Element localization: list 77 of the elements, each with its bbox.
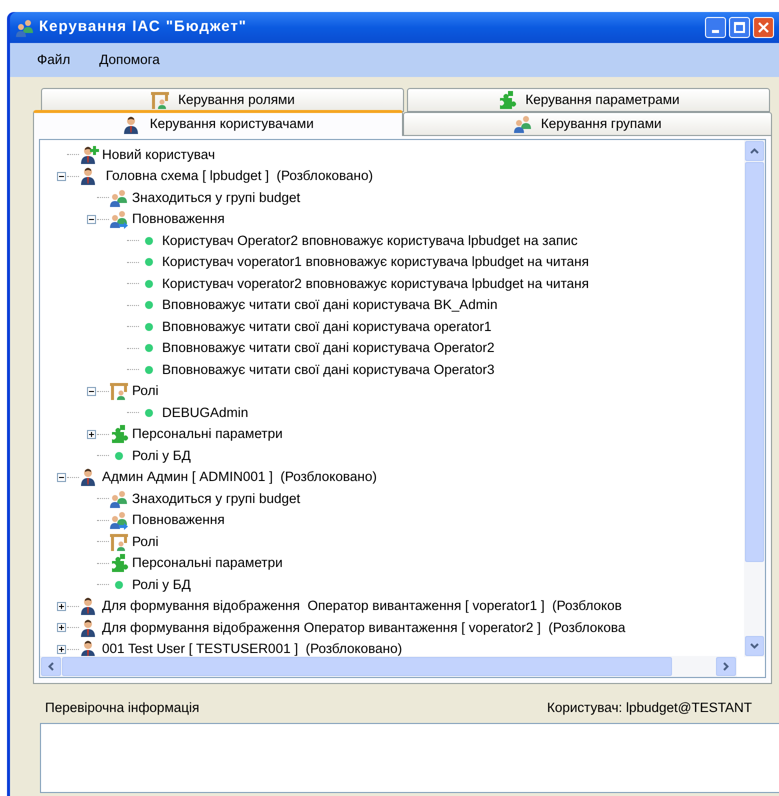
tree-item[interactable]: Персональні параметри [132, 553, 283, 574]
scroll-thumb[interactable] [745, 162, 764, 562]
tree-item[interactable]: Користувач voperator2 вповноважує користувача lpbudget на читаня [162, 274, 589, 294]
tab[interactable]: Керування параметрами [407, 88, 770, 112]
close-button[interactable] [753, 17, 774, 38]
tree-item[interactable]: Вповноважує читати свої дані користувача BK_Admin [162, 295, 498, 316]
tree-item[interactable]: Вповноважує читати свої дані користувача Operator2 [162, 338, 494, 358]
tree-item[interactable]: Вповноважує читати свої дані користувача Operator3 [162, 360, 494, 380]
tree-item[interactable]: Користувач voperator1 вповноважує користувача lpbudget на читаня [162, 252, 589, 272]
window-title: Керування ІАС "Бюджет" [39, 17, 247, 38]
tree-item[interactable]: Новий користувач [102, 144, 215, 165]
info-label: Перевірочна інформація [45, 699, 200, 717]
bullet-icon [144, 322, 154, 332]
expand-toggle[interactable] [87, 430, 96, 439]
bullet-icon [144, 236, 154, 246]
vertical-scrollbar[interactable] [744, 140, 765, 657]
scroll-up-button[interactable] [745, 141, 764, 161]
expand-toggle[interactable] [57, 644, 66, 654]
bullet-icon [144, 408, 154, 418]
tree-item[interactable]: Знаходиться у групі budget [132, 488, 300, 509]
info-box[interactable] [40, 723, 779, 794]
tree-item[interactable]: Користувач Operator2 вповноважує користувача lpbudget на запис [162, 230, 578, 251]
tab[interactable]: Керування користувачами [33, 110, 402, 136]
tree-item[interactable]: Ролі [132, 381, 158, 402]
tree-item[interactable]: DEBUGAdmin [162, 402, 248, 423]
puzzle-icon [497, 90, 518, 110]
puzzle-icon [109, 424, 129, 444]
bullet-icon [114, 450, 124, 461]
menu-item[interactable]: Файл [37, 50, 70, 70]
collapse-toggle[interactable] [57, 172, 66, 181]
expand-toggle[interactable] [57, 602, 66, 611]
tree-item[interactable]: Ролі [132, 532, 158, 552]
horizontal-scrollbar[interactable] [40, 656, 737, 677]
bullet-icon [144, 300, 154, 310]
menu-item[interactable]: Допомога [99, 50, 160, 70]
user-label: Користувач: lpbudget@TESTANT [546, 699, 752, 717]
collapse-toggle[interactable] [57, 472, 66, 482]
tree-item[interactable]: Для формування відображення Оператор вивантаження [ voperator1 ] (Розблоков [102, 596, 622, 616]
scroll-thumb[interactable] [62, 657, 672, 676]
user-plus-icon [79, 144, 99, 165]
group-arrow-icon [109, 209, 129, 230]
tree-item[interactable]: Админ Админ [ ADMIN001 ] (Розблоковано) [102, 467, 377, 488]
collapse-toggle[interactable] [87, 386, 96, 396]
frame-icon [109, 381, 129, 402]
collapse-toggle[interactable] [87, 214, 96, 224]
tree-item[interactable]: Вповноважує читати свої дані користувача operator1 [162, 316, 492, 337]
tree-item[interactable]: Головна схема [ lpbudget ] (Розблоковано) [102, 166, 374, 186]
maximize-button[interactable] [729, 17, 750, 38]
tree-item[interactable]: Знаходиться у групі budget [132, 188, 300, 208]
tree-item[interactable]: Повноваження [132, 510, 225, 530]
scroll-left-button[interactable] [41, 657, 61, 676]
group-icon [109, 488, 129, 509]
frame-icon [150, 90, 170, 110]
close-icon [758, 22, 769, 33]
tree-item[interactable]: Ролі у БД [132, 446, 191, 466]
bullet-icon [144, 278, 154, 289]
tree-item[interactable]: Персональні параметри [132, 424, 283, 444]
frame-icon [109, 532, 129, 552]
tree-item[interactable]: Повноваження [132, 209, 225, 230]
expand-toggle[interactable] [57, 623, 66, 632]
scroll-down-button[interactable] [745, 636, 764, 656]
app-icon [15, 18, 35, 38]
bullet-icon [144, 257, 154, 268]
tab[interactable]: Керування групами [402, 112, 772, 136]
bullet-icon [114, 580, 124, 590]
bullet-icon [144, 343, 154, 354]
minimize-button[interactable] [705, 17, 726, 38]
bullet-icon [144, 364, 154, 375]
puzzle-icon [109, 553, 129, 574]
tree-item[interactable]: 001 Test User [ TESTUSER001 ] (Розблоковано) [102, 639, 402, 660]
tab[interactable]: Керування ролями [41, 88, 404, 112]
group-arrow-icon [109, 510, 129, 530]
tree-item[interactable]: Для формування відображення Оператор вивантаження [ voperator2 ] (Розблокова [102, 618, 626, 638]
group-icon [512, 114, 533, 134]
tree-item[interactable]: Ролі у БД [132, 574, 191, 595]
scroll-right-button[interactable] [716, 657, 736, 676]
group-icon [109, 188, 129, 208]
